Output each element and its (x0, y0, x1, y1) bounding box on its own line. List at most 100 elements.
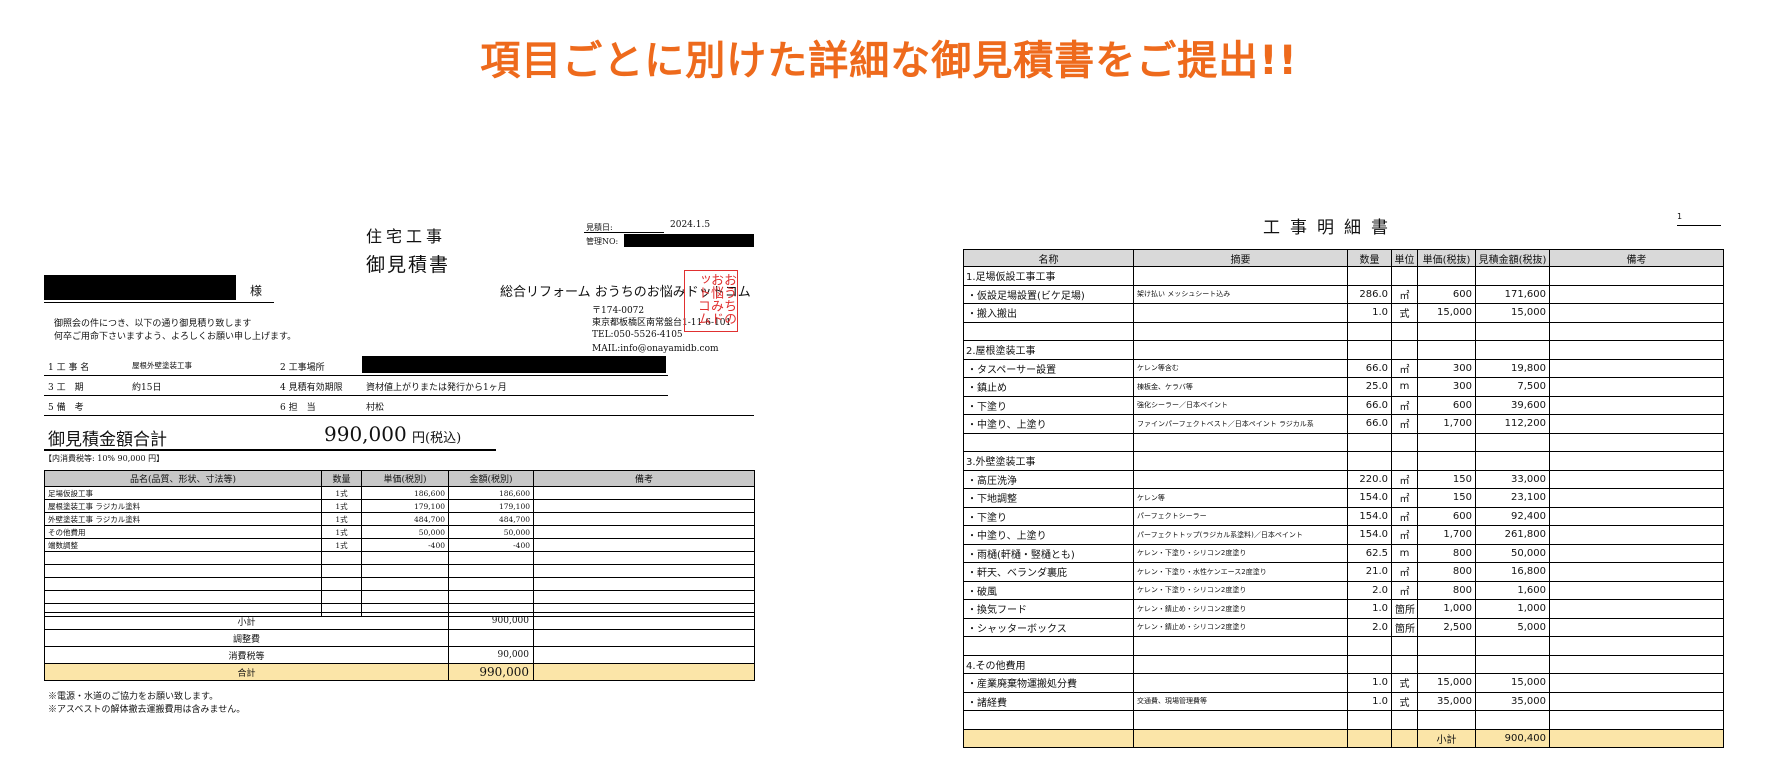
detail-unit: ㎡ (1391, 525, 1418, 545)
detail-qty: 1.0 (1347, 599, 1392, 619)
detail-unit: ㎡ (1391, 396, 1418, 415)
detail-desc (1133, 470, 1348, 489)
detail-row: ・諸経費 交通費、現場管理費等 1.0 式 35,000 35,000 (963, 692, 1724, 711)
detail-desc: ケレン・下塗り・シリコン2度塗り (1133, 544, 1348, 563)
detail-qty: 21.0 (1347, 562, 1392, 582)
section-header-row: 4.その他費用 (963, 655, 1724, 674)
tel: TEL:050-5526-4105 (592, 330, 683, 340)
detail-name: ・軒天、ベランダ裏庇 (963, 562, 1134, 582)
detail-unit: ㎡ (1391, 359, 1418, 378)
item-qty: 1式 (321, 486, 362, 500)
col-unit-price: 単価(税別) (361, 470, 449, 487)
section-header-row: 3.外壁塗装工事 (963, 451, 1724, 471)
detail-row: ・下地調整 ケレン等 154.0 ㎡ 150 23,100 (963, 488, 1724, 508)
detail-amount: 261,800 (1475, 525, 1550, 545)
subtotal-value: 900,000 (448, 612, 534, 630)
detail-amount: 23,100 (1475, 488, 1550, 508)
col-qty: 数量 (321, 470, 362, 487)
detail-name: ・破風 (963, 581, 1134, 600)
section-header-row: 2.屋根塗装工事 (963, 340, 1724, 360)
col-unit: 単位 (1391, 249, 1418, 267)
item-name: 足場仮設工事 (44, 486, 322, 500)
detail-qty: 66.0 (1347, 396, 1392, 415)
detail-qty: 25.0 (1347, 377, 1392, 397)
blank-row (963, 433, 1724, 452)
detail-row: ・シャッターボックス ケレン・錆止め・シリコン2度塗り 2.0 箇所 2,500 5,00… (963, 618, 1724, 637)
blank-row (963, 710, 1724, 730)
detail-row: ・搬入搬出 1.0 式 15,000 15,000 (963, 303, 1724, 323)
item-unit: 179,100 (361, 499, 449, 513)
detail-unit: ㎡ (1391, 414, 1418, 434)
adjust-label: 調整費 (44, 629, 449, 647)
estimate-item-row: 端数調整 1式 -400 -400 (44, 538, 755, 552)
subtotal-value: 900,400 (1475, 729, 1550, 748)
headline: 項目ごとに別けた詳細な御見積書をご提出!! (480, 38, 1298, 84)
estimate-empty-row (44, 590, 755, 604)
detail-price: 2,500 (1417, 618, 1476, 637)
detail-price: 300 (1417, 359, 1476, 378)
detail-desc: ケレン・下塗り・水性ケンエース2度塗り (1133, 562, 1348, 582)
estimate-empty-row (44, 564, 755, 578)
detail-row: ・中塗り、上塗り ファインパーフェクトベスト／日本ペイント ラジカル系 66.0 ㎡ 1… (963, 414, 1724, 434)
detail-name: 4.その他費用 (963, 655, 1134, 674)
control-label: 管理NO: (586, 237, 619, 246)
detail-price: 1,700 (1417, 525, 1476, 545)
estimate-items-table: 品名(品質、形状、寸法等) 数量 単価(税別) 金額(税別) 備考 足場仮設工事… (44, 470, 755, 617)
label-staff: 6 担 当 (280, 403, 316, 413)
detail-unit: 式 (1391, 673, 1418, 693)
col-amount: 見積金額(税抜) (1475, 249, 1550, 267)
detail-name: ・仮設足場設置(ビケ足場) (963, 285, 1134, 304)
detail-row: ・下塗り 強化シーラー／日本ペイント 66.0 ㎡ 600 39,600 (963, 396, 1724, 415)
blank-row (963, 322, 1724, 341)
subtotal-label: 小計 (1417, 729, 1476, 748)
estimate-item-row: 屋根塗装工事 ラジカル塗料 1式 179,100 179,100 (44, 499, 755, 513)
col-description: 摘要 (1133, 249, 1348, 267)
detail-name: 3.外壁塗装工事 (963, 451, 1134, 471)
detail-desc: パーフェクトトップ(ラジカル系塗料)／日本ペイント (1133, 525, 1348, 545)
detail-unit: m (1391, 377, 1418, 397)
detail-amount: 1,000 (1475, 599, 1550, 619)
detail-unit: ㎡ (1391, 470, 1418, 489)
detail-amount: 16,800 (1475, 562, 1550, 582)
estimate-date: 2024.1.5 (670, 220, 711, 230)
detail-amount: 15,000 (1475, 303, 1550, 323)
detail-name: ・産業廃棄物運搬処分費 (963, 673, 1134, 693)
detail-qty: 66.0 (1347, 359, 1392, 378)
detail-amount: 50,000 (1475, 544, 1550, 563)
detail-qty: 154.0 (1347, 525, 1392, 545)
item-qty: 1式 (321, 525, 362, 539)
item-name: 屋根塗装工事 ラジカル塗料 (44, 499, 322, 513)
redacted-customer (44, 275, 236, 300)
detail-qty: 154.0 (1347, 488, 1392, 508)
value-validity: 資材値上がりまたは発行から1ヶ月 (366, 383, 507, 393)
detail-unit: m (1391, 544, 1418, 563)
detail-qty: 2.0 (1347, 581, 1392, 600)
detail-price: 150 (1417, 470, 1476, 489)
total-label: 御見積金額合計 (48, 430, 167, 450)
detail-price: 800 (1417, 562, 1476, 582)
estimate-empty-row (44, 577, 755, 591)
greeting-1: 御照会の件につき、以下の通り御見積り致します (54, 319, 252, 329)
detail-qty: 1.0 (1347, 692, 1392, 711)
detail-qty: 286.0 (1347, 285, 1392, 304)
col-qty: 数量 (1347, 249, 1392, 267)
detail-qty: 2.0 (1347, 618, 1392, 637)
detail-name: ・下塗り (963, 396, 1134, 415)
customer-suffix: 様 (250, 284, 263, 298)
detail-name: ・諸経費 (963, 692, 1134, 711)
detail-price: 300 (1417, 377, 1476, 397)
company-seal: おうちのお悩みドットコム (684, 270, 738, 332)
detail-amount: 112,200 (1475, 414, 1550, 434)
detail-name: 1.足場仮設工事工事 (963, 266, 1134, 286)
detail-unit: 式 (1391, 692, 1418, 711)
detail-desc: ケレン・下塗り・シリコン2度塗り (1133, 581, 1348, 600)
detail-row: ・仮設足場設置(ビケ足場) 架け払い メッシュシート込み 286.0 ㎡ 600 171,… (963, 285, 1724, 304)
detail-desc: ケレン等含む (1133, 359, 1348, 378)
item-qty: 1式 (321, 512, 362, 526)
detail-qty: 1.0 (1347, 303, 1392, 323)
redacted-control-no (624, 234, 754, 247)
detail-unit: ㎡ (1391, 285, 1418, 304)
detail-name: ・換気フード (963, 599, 1134, 619)
item-amount: 186,600 (448, 486, 534, 500)
col-amount: 金額(税別) (448, 470, 534, 487)
